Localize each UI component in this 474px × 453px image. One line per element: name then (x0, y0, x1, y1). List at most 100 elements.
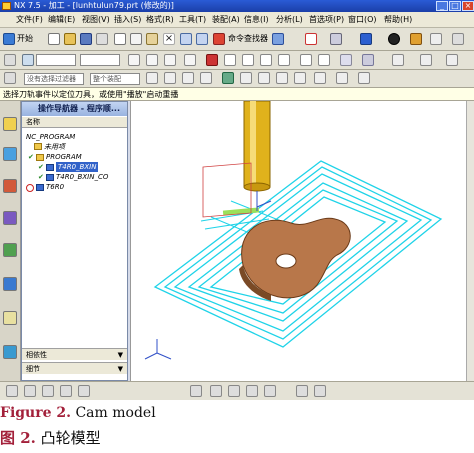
rectangle-select-icon[interactable] (128, 54, 140, 66)
section-icon[interactable] (296, 385, 308, 397)
minimize-button[interactable]: _ (436, 1, 448, 11)
type-filter-combo[interactable] (36, 54, 76, 66)
reuse-library-tab[interactable] (3, 211, 17, 225)
dimension-icon[interactable] (42, 385, 54, 397)
menu-assembly[interactable]: 装配(A) (212, 12, 240, 27)
tree-row-t4r0-bxin[interactable]: T4R0_BXIN (56, 162, 99, 172)
layer-icon[interactable] (410, 33, 422, 45)
menu-toggle-icon[interactable] (4, 72, 16, 84)
add-icon[interactable] (228, 385, 240, 397)
grid-icon[interactable] (24, 385, 36, 397)
open-folder-icon[interactable] (64, 33, 76, 45)
system-materials-tab[interactable] (3, 345, 17, 359)
geometry-view-icon[interactable] (182, 72, 194, 84)
save-as-icon[interactable] (96, 33, 108, 45)
fit-view-icon[interactable] (305, 33, 317, 45)
triangle-select-icon[interactable] (146, 54, 158, 66)
tree-row-t6r0[interactable]: T6R0 (46, 182, 64, 192)
snap-icon[interactable] (6, 385, 18, 397)
constraint-icon[interactable] (60, 385, 72, 397)
chevron-down-icon[interactable]: ▼ (118, 349, 123, 361)
verify-toolpath-icon[interactable] (258, 72, 270, 84)
hide-icon[interactable] (420, 54, 432, 66)
delete-icon[interactable]: × (163, 33, 175, 45)
existing-point-icon[interactable] (318, 54, 330, 66)
snap-toggle-icon[interactable] (340, 54, 352, 66)
replay-toolpath-icon[interactable] (240, 72, 252, 84)
point-icon[interactable] (210, 385, 222, 397)
tree-row-nc-program[interactable]: NC_PROGRAM (26, 132, 75, 142)
web-browser-tab[interactable] (3, 277, 17, 291)
details-panel[interactable]: 细节 ▼ (22, 362, 127, 374)
menu-edit[interactable]: 编辑(E) (48, 12, 75, 27)
shop-doc-icon[interactable] (314, 72, 326, 84)
tree-row-t4r0-bxin-co[interactable]: T4R0_BXIN_CO (56, 172, 108, 182)
machine-navigator-tab[interactable] (3, 243, 17, 257)
dependency-panel[interactable]: 相依性 ▼ (22, 348, 127, 360)
menu-analysis[interactable]: 分析(L) (276, 12, 303, 27)
rotate-icon[interactable] (330, 33, 342, 45)
menu-window[interactable]: 窗口(O) (348, 12, 377, 27)
menu-view[interactable]: 视图(V) (82, 12, 110, 27)
measure-icon[interactable] (246, 385, 258, 397)
snap-point-icon[interactable] (206, 54, 218, 66)
menu-preferences[interactable]: 首选项(P) (309, 12, 344, 27)
viewport-scrollbar[interactable] (466, 101, 474, 381)
menu-help[interactable]: 帮助(H) (384, 12, 412, 27)
dynamic-rotate-icon[interactable] (190, 385, 202, 397)
menu-tools[interactable]: 工具(T) (179, 12, 206, 27)
filter-icon[interactable] (22, 54, 34, 66)
menu-insert[interactable]: 插入(S) (114, 12, 141, 27)
postprocess-icon[interactable] (294, 72, 306, 84)
copy-icon[interactable] (130, 33, 142, 45)
command-finder-label[interactable]: 命令查找器 (228, 33, 268, 45)
cut-icon[interactable] (114, 33, 126, 45)
clipping-icon[interactable] (314, 385, 326, 397)
operation-navigator-tab[interactable] (3, 147, 17, 161)
create-tool-icon[interactable] (358, 72, 370, 84)
paste-icon[interactable] (146, 33, 158, 45)
history-tab[interactable] (3, 311, 17, 325)
menu-format[interactable]: 格式(R) (146, 12, 174, 27)
part-navigator-tab[interactable] (3, 179, 17, 193)
chevron-down-icon[interactable]: ▼ (118, 363, 123, 375)
menu-file[interactable]: 文件(F) (16, 12, 43, 27)
start-menu-label[interactable]: 开始 (17, 33, 33, 45)
program-order-icon[interactable] (146, 72, 158, 84)
redo-icon[interactable] (196, 33, 208, 45)
sketch-icon[interactable] (78, 385, 90, 397)
menu-info[interactable]: 信息(I) (244, 12, 269, 27)
undo-icon[interactable] (180, 33, 192, 45)
method-view-icon[interactable] (200, 72, 212, 84)
new-file-icon[interactable] (48, 33, 60, 45)
selection-scope-combo[interactable] (80, 54, 120, 66)
shaded-cube-icon[interactable] (360, 33, 372, 45)
create-program-icon[interactable] (336, 72, 348, 84)
assembly-navigator-tab[interactable] (3, 117, 17, 131)
tree-row-program[interactable]: PROGRAM (46, 152, 82, 162)
intersection-icon[interactable] (278, 54, 290, 66)
view-orient-icon[interactable] (362, 54, 374, 66)
assembly-scope-combo[interactable]: 整个装配 (90, 73, 140, 85)
quadrant-icon[interactable] (300, 54, 312, 66)
select-icon[interactable] (272, 33, 284, 45)
maximize-button[interactable]: □ (449, 1, 461, 11)
machine-tool-icon[interactable] (164, 72, 176, 84)
save-icon[interactable] (80, 33, 92, 45)
close-button[interactable]: × (462, 1, 474, 11)
endpoint-icon[interactable] (224, 54, 236, 66)
tree-row-unused[interactable]: 未用项 (44, 142, 65, 152)
transform-icon[interactable] (264, 385, 276, 397)
polygon-select-icon[interactable] (164, 54, 176, 66)
start-icon[interactable] (3, 33, 15, 45)
list-toolpath-icon[interactable] (276, 72, 288, 84)
generate-toolpath-icon[interactable] (222, 72, 234, 84)
graphics-viewport[interactable] (130, 101, 467, 381)
render-style-icon[interactable] (388, 33, 400, 45)
name-column-header[interactable]: 名称 (22, 117, 127, 128)
lasso-select-icon[interactable] (184, 54, 196, 66)
center-point-icon[interactable] (260, 54, 272, 66)
display-icon[interactable] (392, 54, 404, 66)
filter-combo[interactable]: 没有选择过滤器 (24, 73, 84, 85)
midpoint-icon[interactable] (242, 54, 254, 66)
